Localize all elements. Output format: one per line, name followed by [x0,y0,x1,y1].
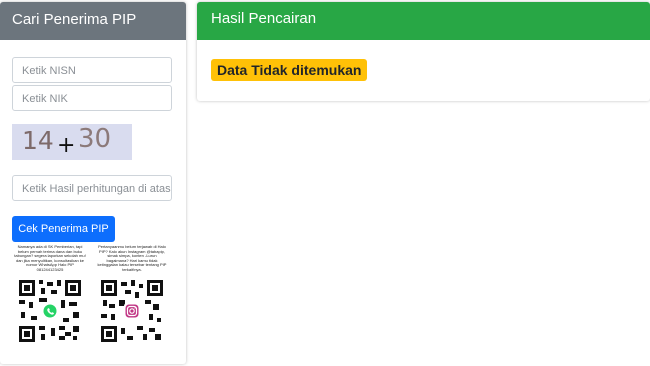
search-card-title: Cari Penerima PIP [0,2,186,40]
captcha-right-number: 30 [78,124,112,154]
nik-input[interactable]: Ketik NIK [12,85,172,111]
captcha-operator: + [57,133,76,158]
result-card: Hasil Pencairan Data Tidak ditemukan [197,2,650,101]
captcha-left-number: 14 [22,126,54,155]
status-badge: Data Tidak ditemukan [211,59,368,81]
instagram-info-text: Pertanyaanmu belum terjawab di Halo PIP?… [97,244,167,272]
check-recipient-button[interactable]: Cek Penerima PIP [12,216,115,242]
captcha-answer-input[interactable]: Ketik Hasil perhitungan di atas [12,175,172,201]
captcha-image: 14 + 30 [12,124,132,160]
result-card-title: Hasil Pencairan [197,2,650,40]
whatsapp-info-text: Namanya ada di SK Pemberian, tapi belum … [14,244,86,272]
nisn-placeholder: Ketik NISN [22,65,76,77]
captcha-answer-placeholder: Ketik Hasil perhitungan di atas [22,183,171,195]
instagram-qr-code[interactable] [99,278,165,344]
nisn-input[interactable]: Ketik NISN [12,57,172,83]
instagram-icon [124,303,140,319]
whatsapp-icon [42,303,58,319]
nik-placeholder: Ketik NIK [22,93,68,105]
search-card: Cari Penerima PIP Ketik NISN Ketik NIK 1… [0,2,186,364]
whatsapp-qr-code[interactable] [17,278,83,344]
